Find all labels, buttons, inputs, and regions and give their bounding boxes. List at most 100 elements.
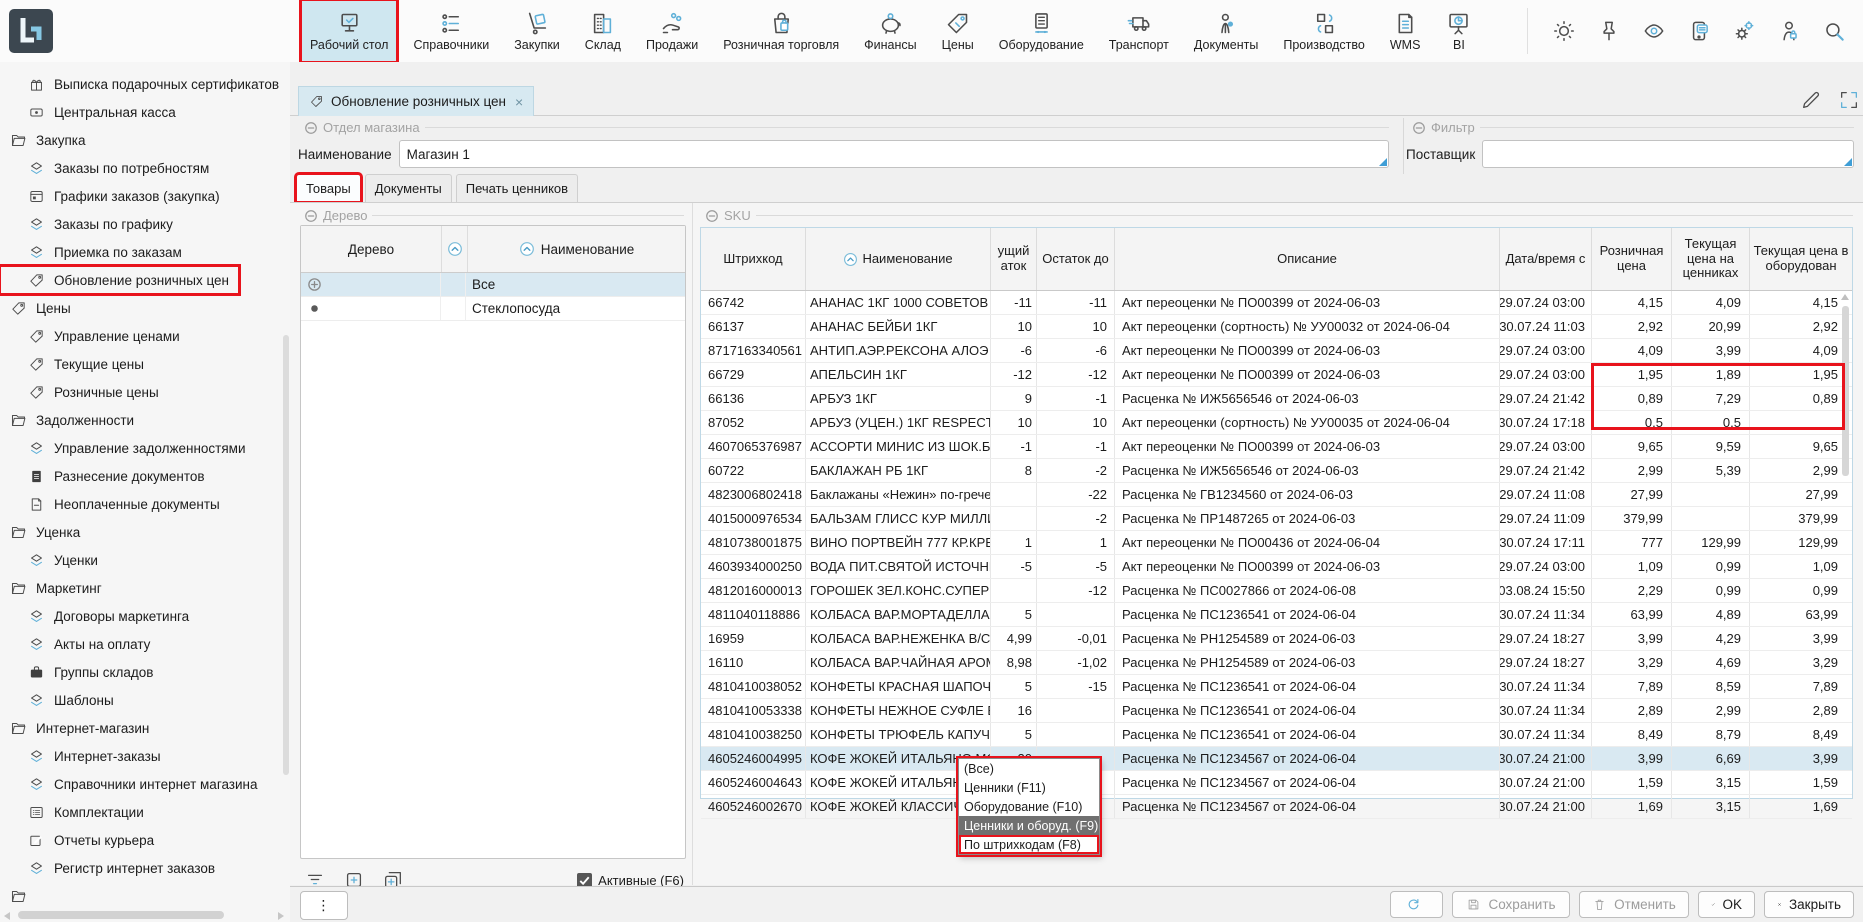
tree-row[interactable]: Стеклопосуда	[301, 297, 685, 321]
table-row[interactable]: 4810410038250 КОНФЕТЫ ТРЮФЕЛЬ КАПУЧИНО 3…	[701, 723, 1852, 747]
supplier-input[interactable]	[1482, 140, 1854, 168]
column-header[interactable]: Розничная цена	[1592, 228, 1672, 290]
sidebar-item[interactable]: Шаблоны	[0, 686, 124, 714]
collapse-icon[interactable]	[705, 209, 719, 223]
menu-item[interactable]: WMS	[1382, 1, 1429, 61]
sidebar-item[interactable]	[0, 882, 46, 910]
column-header[interactable]: Описание	[1115, 228, 1500, 290]
user-lock-icon[interactable]	[1776, 18, 1802, 44]
table-row[interactable]: 4015000976534 БАЛЬЗАМ ГЛИСС КУР МИЛЛИОН …	[701, 507, 1852, 531]
footer-button[interactable]: Закрыть	[1764, 891, 1854, 918]
menu-option[interactable]: Оборудование (F10)	[959, 797, 1099, 816]
menu-option[interactable]: По штрихкодам (F8)	[959, 835, 1099, 854]
plus-circle-icon[interactable]	[307, 277, 322, 292]
footer-button[interactable]: OK	[1698, 891, 1755, 918]
column-header-tree[interactable]: Дерево	[301, 226, 442, 272]
menu-item[interactable]: Транспорт	[1101, 1, 1177, 61]
sidebar-item[interactable]: Выписка подарочных сертификатов	[0, 70, 289, 98]
sidebar-item[interactable]: Розничные цены	[0, 378, 169, 406]
table-row[interactable]: 4810738001875 ВИНО ПОРТВЕЙН 777 КР.КРЕП.…	[701, 531, 1852, 555]
sidebar-item[interactable]: Неоплаченные документы	[0, 490, 230, 518]
sidebar-item[interactable]: Акты на оплату	[0, 630, 160, 658]
column-header[interactable]: Текущая цена на ценниках	[1672, 228, 1750, 290]
scroll-right-icon[interactable]	[278, 912, 284, 920]
table-row[interactable]: 16110 КОЛБАСА ВАР.ЧАЙНАЯ АРОМ.2С ГА 8,98…	[701, 651, 1852, 675]
table-row[interactable]: 4810410053338 КОНФЕТЫ НЕЖНОЕ СУФЛЕ ВИШНЕ…	[701, 699, 1852, 723]
sidebar-item[interactable]: Комплектации	[0, 798, 154, 826]
collapse-icon[interactable]	[304, 121, 318, 135]
menu-item[interactable]: Документы	[1186, 1, 1266, 61]
menu-item[interactable]: Цены	[934, 1, 982, 61]
sidebar-item[interactable]: Заказы по графику	[0, 210, 183, 238]
sort-icon[interactable]	[519, 241, 535, 257]
settings-gears-icon[interactable]	[1731, 18, 1757, 44]
menu-item[interactable]: BI	[1437, 1, 1480, 61]
sidebar-item[interactable]: Управление задолженностями	[0, 434, 256, 462]
collapse-icon[interactable]	[304, 209, 318, 223]
column-header[interactable]: Наименование	[806, 228, 991, 290]
sidebar-item[interactable]: Разнесение документов	[0, 462, 215, 490]
sort-column[interactable]	[442, 226, 468, 272]
sidebar-item[interactable]: Договоры маркетинга	[0, 602, 199, 630]
menu-item[interactable]: Оборудование	[991, 1, 1092, 61]
sidebar-item[interactable]: Центральная касса	[0, 98, 186, 126]
sidebar-item[interactable]: Текущие цены	[0, 350, 154, 378]
column-header[interactable]: Дата/время с	[1500, 228, 1592, 290]
scroll-up-icon[interactable]	[1841, 294, 1849, 300]
sidebar-item[interactable]: Интернет-магазин	[0, 714, 159, 742]
eye-icon[interactable]	[1641, 18, 1667, 44]
table-row[interactable]: 66137 АНАНАС БЕЙБИ 1КГ 10 10 Акт переоце…	[701, 315, 1852, 339]
menu-item[interactable]: Склад	[577, 1, 629, 61]
table-row[interactable]: 4603934000250 ВОДА ПИТ.СВЯТОЙ ИСТОЧНИК Н…	[701, 555, 1852, 579]
table-row[interactable]: 4605246004995 КОФЕ ЖОКЕЙ ИТАЛЬЯНО МОЛ 25…	[701, 747, 1852, 771]
sidebar-item[interactable]: Цены	[0, 294, 81, 322]
content-tab[interactable]: Печать ценников	[456, 174, 578, 202]
sidebar-item[interactable]: Интернет-заказы	[0, 742, 171, 770]
sidebar-item[interactable]: Заказы по потребностям	[0, 154, 219, 182]
menu-item[interactable]: Рабочий стол	[302, 1, 396, 61]
scroll-thumb[interactable]	[1842, 306, 1849, 476]
column-header[interactable]: Штрихкод	[701, 228, 806, 290]
sort-icon[interactable]	[843, 252, 858, 267]
sidebar-item[interactable]: Отчеты курьера	[0, 826, 164, 854]
sort-icon[interactable]	[447, 241, 463, 257]
search-icon[interactable]	[1821, 18, 1847, 44]
sidebar-item[interactable]: Управление ценами	[0, 322, 190, 350]
menu-item[interactable]: Производство	[1275, 1, 1373, 61]
pin-icon[interactable]	[1596, 18, 1622, 44]
sidebar-item[interactable]: Уценки	[0, 546, 108, 574]
menu-option[interactable]: (Все)	[959, 759, 1099, 778]
menu-item[interactable]: Справочники	[405, 1, 497, 61]
column-header-name[interactable]: Наименование	[468, 226, 685, 272]
table-row[interactable]: 8717163340561 АНТИП.АЭР.РЕКСОНА АЛОЭ ВЕР…	[701, 339, 1852, 363]
sku-vertical-scrollbar[interactable]	[1841, 292, 1850, 780]
expand-icon[interactable]	[1838, 89, 1860, 111]
collapse-icon[interactable]	[1412, 121, 1426, 135]
sidebar-item[interactable]: Обновление розничных цен	[0, 266, 239, 294]
brightness-icon[interactable]	[1551, 18, 1577, 44]
table-row[interactable]: 4812016000013 ГОРОШЕК ЗЕЛ.КОНС.СУПЕР! 42…	[701, 579, 1852, 603]
column-header[interactable]: Остаток до	[1037, 228, 1115, 290]
column-header[interactable]: ущий аток	[991, 228, 1037, 290]
menu-option[interactable]: Ценники (F11)	[959, 778, 1099, 797]
device-chat-icon[interactable]	[1686, 18, 1712, 44]
tree-row[interactable]: Все	[301, 273, 685, 297]
more-options-button[interactable]: ⋮	[300, 891, 348, 920]
table-row[interactable]: 4823006802418 Баклажаны «Нежин» по-грече…	[701, 483, 1852, 507]
table-row[interactable]: 60722 БАКЛАЖАН РБ 1КГ 8 -2 Расценка № ИЖ…	[701, 459, 1852, 483]
content-tab[interactable]: Товары	[296, 174, 361, 202]
table-row[interactable]: 4605246004643 КОФЕ ЖОКЕЙ ИТАЛЬЯНО МОЛ. Р…	[701, 771, 1852, 795]
footer-button[interactable]: Отменить	[1579, 891, 1689, 918]
table-row[interactable]: 87052 АРБУЗ (УЦЕН.) 1КГ RESPECT 10 10 Ак…	[701, 411, 1852, 435]
table-row[interactable]: 66742 АНАНАС 1КГ 1000 СОВЕТОВ ДАЧНИ -11 …	[701, 291, 1852, 315]
tab-close-icon[interactable]: ×	[515, 94, 523, 110]
table-row[interactable]: 66136 АРБУЗ 1КГ 9 -1 Расценка № ИЖ565654…	[701, 387, 1852, 411]
menu-item[interactable]: Продажи	[638, 1, 706, 61]
sidebar-item[interactable]: Графики заказов (закупка)	[0, 182, 230, 210]
table-row[interactable]: 4605246002670 КОФЕ ЖОКЕЙ КЛАССИЧЕСКИЙ М …	[701, 795, 1852, 819]
column-header[interactable]: Текущая цена в оборудован	[1750, 228, 1852, 290]
scroll-left-icon[interactable]	[4, 912, 10, 920]
dot-icon[interactable]	[307, 301, 322, 316]
pencil-icon[interactable]	[1800, 89, 1822, 111]
sidebar-item[interactable]: Задолженности	[0, 406, 144, 434]
